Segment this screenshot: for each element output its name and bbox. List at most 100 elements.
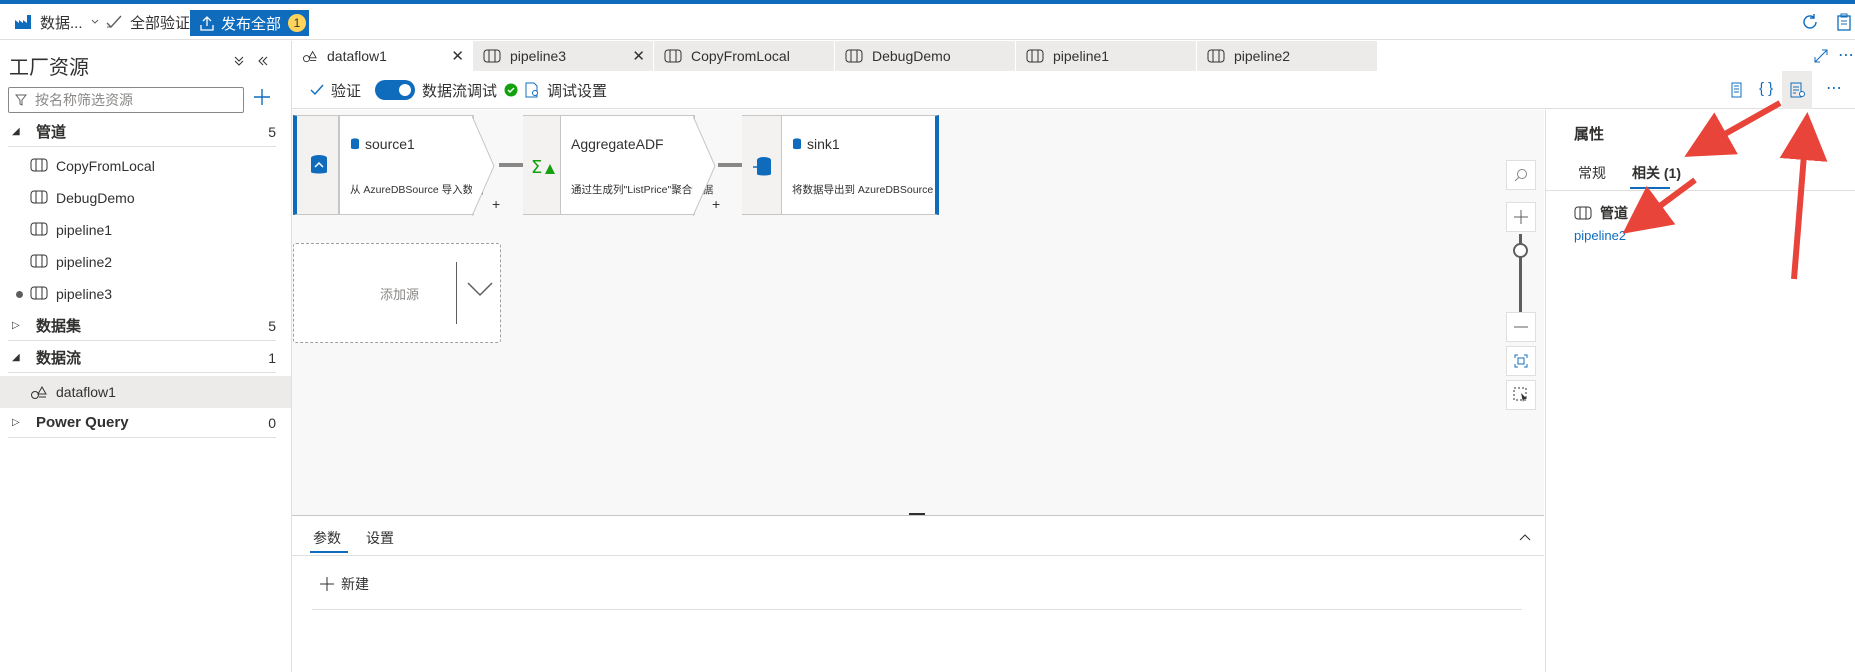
node-description: 从 AzureDBSource 导入数据 (350, 184, 484, 196)
new-button-label: 新建 (341, 576, 369, 592)
pipeline-icon (30, 286, 48, 300)
refresh-icon[interactable] (1801, 13, 1819, 31)
minus-icon (1514, 326, 1528, 328)
related-pipeline-link[interactable]: pipeline2 (1574, 228, 1626, 243)
category-power-query[interactable]: ▷ Power Query 0 (8, 408, 276, 438)
collapse-all-icon[interactable] (233, 55, 245, 67)
database-icon (793, 138, 801, 150)
sidebar-item-dataflow1[interactable]: dataflow1 (0, 376, 291, 408)
node-source1[interactable]: source1 从 AzureDBSource 导入数据 (339, 115, 484, 215)
add-source-box[interactable]: 添加源 (293, 243, 501, 343)
tab-pipeline3[interactable]: pipeline3 ✕ (473, 41, 654, 71)
pipeline-icon (845, 49, 863, 63)
publish-all-button[interactable]: 发布全部 1 (190, 10, 309, 36)
sidebar-item-label: CopyFromLocal (56, 158, 155, 174)
factory-menu[interactable]: 数据... (14, 4, 99, 40)
category-dataflows[interactable]: ◢ 数据流 1 (8, 343, 276, 373)
tab-settings[interactable]: 设置 (366, 528, 394, 548)
category-count: 5 (268, 123, 276, 140)
plus-icon (320, 577, 334, 591)
chevron-up-icon[interactable] (1519, 533, 1531, 541)
category-datasets[interactable]: ▷ 数据集 5 (8, 311, 276, 341)
divider (456, 262, 457, 324)
node-description: 将数据导出到 AzureDBSource (792, 184, 934, 196)
category-count: 1 (268, 349, 276, 366)
validate-all-button[interactable]: 全部验证 (106, 4, 190, 40)
pipeline-icon (1207, 49, 1225, 63)
tab-pipeline2[interactable]: pipeline2 (1197, 41, 1378, 71)
source-node-icon-block[interactable] (293, 115, 339, 215)
validate-all-label: 全部验证 (130, 14, 191, 32)
aggregate-icon-block[interactable]: Σ (523, 115, 561, 215)
checkmark-icon (106, 15, 122, 29)
add-transform-button[interactable]: + (492, 196, 500, 212)
caret-collapsed-icon: ▷ (12, 417, 20, 428)
validate-button[interactable]: 验证 (310, 71, 361, 109)
tab-label: pipeline2 (1234, 48, 1291, 64)
plus-icon (1514, 210, 1528, 224)
unsaved-dot (16, 291, 23, 298)
dataflow-toolbar: 验证 数据流调试 调试设置 { } ⋯ (292, 71, 1855, 109)
json-braces-icon[interactable]: { } (1759, 80, 1773, 97)
dataflow-canvas[interactable]: source1 从 AzureDBSource 导入数据 + Σ Aggrega… (292, 110, 1544, 515)
expand-icon[interactable] (1814, 49, 1828, 63)
caret-expanded-icon: ◢ (12, 126, 20, 137)
more-options-icon[interactable]: ⋯ (1838, 45, 1854, 65)
document-tabs: dataflow1 ✕ pipeline3 ✕ CopyFromLocal De… (292, 41, 1855, 71)
new-parameter-button[interactable]: 新建 (320, 574, 369, 594)
tab-label: pipeline1 (1053, 48, 1110, 64)
add-transform-button[interactable]: + (712, 196, 720, 212)
search-icon[interactable] (1506, 160, 1536, 190)
zoom-in-button[interactable] (1506, 202, 1536, 232)
pipeline-icon (30, 190, 48, 204)
zoom-slider-thumb[interactable] (1513, 243, 1528, 258)
settings-doc-icon (525, 82, 538, 98)
sidebar-item-pipeline3[interactable]: pipeline3 (0, 278, 291, 310)
close-icon[interactable]: ✕ (451, 47, 464, 65)
checkmark-icon (310, 84, 324, 96)
toggle-switch[interactable] (375, 80, 415, 100)
caret-collapsed-icon: ▷ (12, 320, 20, 331)
filter-icon (15, 94, 27, 106)
sink-icon-block[interactable] (742, 115, 782, 215)
tab-dataflow1[interactable]: dataflow1 ✕ (292, 41, 473, 71)
fit-to-screen-icon[interactable] (1506, 346, 1536, 376)
tab-related[interactable]: 相关 (1) (1632, 163, 1681, 183)
tab-label: pipeline3 (510, 48, 567, 64)
publish-count-badge: 1 (288, 14, 307, 32)
resource-filter-field[interactable] (8, 87, 244, 113)
clipboard-icon[interactable] (1836, 13, 1852, 31)
validate-label: 验证 (331, 82, 362, 100)
tab-general[interactable]: 常规 (1578, 163, 1606, 183)
sidebar-item-pipeline2[interactable]: pipeline2 (0, 246, 291, 278)
properties-title: 属性 (1574, 126, 1605, 143)
sidebar-item-pipeline1[interactable]: pipeline1 (0, 214, 291, 246)
tab-parameters[interactable]: 参数 (313, 528, 341, 548)
tab-debugdemo[interactable]: DebugDemo (835, 41, 1016, 71)
tab-copyfromlocal[interactable]: CopyFromLocal (654, 41, 835, 71)
node-aggregateadf[interactable]: AggregateADF 通过生成列"ListPrice"聚合数据 (561, 115, 713, 215)
properties-toggle-button[interactable] (1782, 71, 1812, 109)
dataflow-debug-toggle[interactable]: 数据流调试 (375, 71, 518, 109)
pipeline-icon (1574, 206, 1592, 220)
more-options-icon[interactable]: ⋯ (1826, 78, 1842, 98)
sidebar-item-debugdemo[interactable]: DebugDemo (0, 182, 291, 214)
debug-settings-button[interactable]: 调试设置 (524, 71, 607, 109)
node-sink1[interactable]: sink1 将数据导出到 AzureDBSource (782, 115, 939, 215)
factory-label: 数据... (40, 14, 83, 32)
tab-pipeline1[interactable]: pipeline1 (1016, 41, 1197, 71)
sidebar-item-label: DebugDemo (56, 190, 135, 206)
zoom-out-button[interactable] (1506, 312, 1536, 342)
chevron-down-icon[interactable] (466, 280, 494, 298)
category-pipelines[interactable]: ◢ 管道 5 (8, 117, 276, 147)
code-view-icon[interactable] (1729, 82, 1745, 98)
add-resource-button[interactable] (253, 88, 271, 106)
sidebar-item-copyfromlocal[interactable]: CopyFromLocal (0, 150, 291, 182)
caret-expanded-icon: ◢ (12, 352, 20, 363)
select-area-icon[interactable] (1506, 380, 1536, 410)
tab-label: DebugDemo (872, 48, 951, 64)
pipeline-icon (30, 254, 48, 268)
hide-panel-icon[interactable] (257, 55, 269, 67)
resource-filter-input[interactable] (35, 92, 235, 108)
close-icon[interactable]: ✕ (632, 47, 645, 65)
